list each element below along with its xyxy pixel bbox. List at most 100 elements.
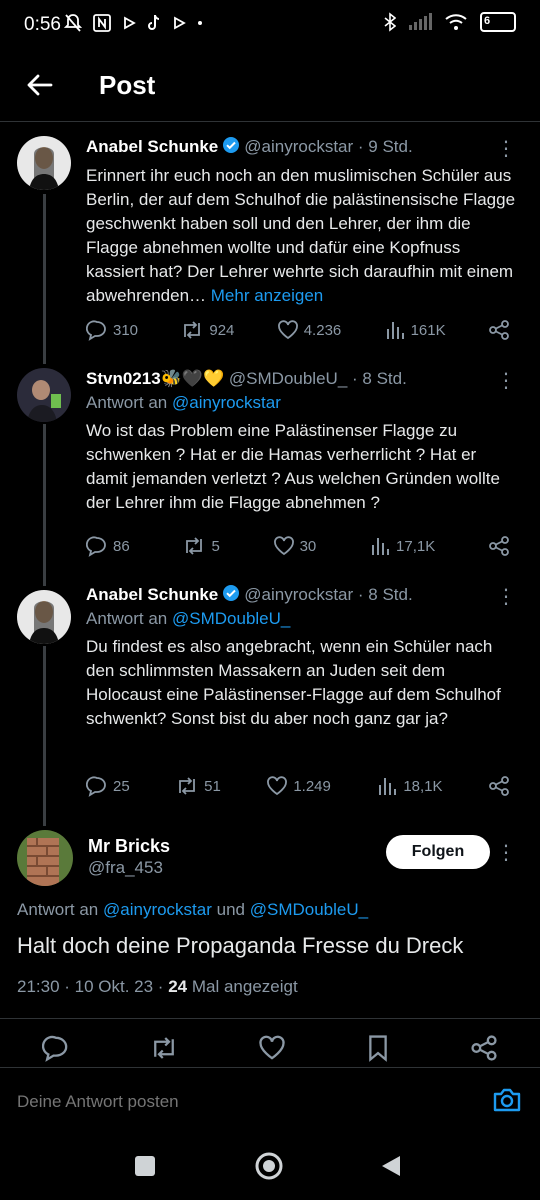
view-count: 17,1K (396, 537, 436, 555)
status-time: 0:56 (24, 14, 61, 35)
reply-to-mention[interactable]: @SMDoubleU_ (250, 900, 368, 919)
battery-icon: 6 (480, 12, 516, 32)
views-button[interactable]: 18,1K (376, 775, 443, 797)
signal-icon (409, 13, 432, 30)
reply-button[interactable]: 25 (86, 775, 130, 797)
top-bar: Post (0, 52, 540, 120)
post-actions: 310 924 4.236 161K (86, 318, 510, 342)
main-post-actions (0, 1030, 540, 1066)
battery-level: 6 (484, 15, 491, 27)
reply-count: 86 (113, 537, 130, 555)
avatar[interactable] (17, 830, 73, 886)
views-button[interactable]: 161K (384, 319, 446, 341)
author-name[interactable]: Mr Bricks (88, 836, 170, 857)
back-arrow-icon[interactable] (24, 70, 54, 100)
more-options-icon[interactable]: ⋮ (496, 840, 516, 865)
reply-to-conjunction: und (211, 900, 250, 919)
tiktok-icon (148, 14, 160, 30)
reply-to-label: Antwort an (86, 609, 172, 628)
reply-button[interactable]: 310 (86, 319, 138, 341)
author-handle[interactable]: @ainyrockstar (244, 137, 353, 156)
reply-icon (86, 320, 106, 341)
author-handle[interactable]: @SMDoubleU_ (229, 369, 347, 388)
views-icon (379, 778, 397, 795)
mute-bell-icon (64, 14, 82, 32)
author-name[interactable]: Anabel Schunke (86, 585, 218, 604)
show-more-link[interactable]: Mehr anzeigen (211, 286, 323, 305)
nfc-icon (93, 14, 111, 32)
heart-icon (277, 320, 298, 340)
repost-icon (186, 537, 203, 555)
more-options-icon[interactable]: ⋮ (496, 584, 516, 609)
author-name[interactable]: Stvn0213🐝🖤💛 (86, 369, 224, 388)
reply-bar (0, 1067, 540, 1136)
heart-icon (267, 776, 288, 796)
repost-count: 924 (209, 321, 235, 339)
play-icon (124, 16, 136, 30)
repost-icon[interactable] (149, 1034, 179, 1062)
back-nav-icon[interactable] (380, 1154, 404, 1178)
repost-button[interactable]: 924 (180, 319, 234, 341)
verified-badge-icon (223, 585, 240, 601)
reply-icon (86, 536, 106, 557)
dot-icon (198, 21, 202, 25)
repost-button[interactable]: 51 (175, 775, 221, 797)
like-count: 30 (299, 537, 317, 555)
play-icon (174, 16, 186, 30)
post-meta: 21:30 · 10 Okt. 23 · 24 Mal angezeigt (17, 977, 298, 997)
camera-icon[interactable] (492, 1086, 522, 1114)
avatar[interactable] (17, 368, 71, 422)
heart-icon[interactable] (258, 1034, 286, 1062)
share-button[interactable] (488, 535, 510, 557)
views-label: Mal angezeigt (187, 977, 298, 996)
reply-to-line: Antwort an @SMDoubleU_ (86, 609, 520, 629)
share-icon (489, 536, 509, 556)
repost-button[interactable]: 5 (182, 535, 220, 557)
page-title: Post (99, 70, 156, 100)
status-bar: 0:56 6 (0, 0, 540, 52)
verified-badge-icon (223, 137, 240, 153)
reply-count: 25 (113, 777, 130, 795)
post-time: · 8 Std. (357, 585, 413, 604)
home-icon[interactable] (254, 1151, 284, 1181)
reply-input[interactable] (17, 1092, 417, 1112)
like-button[interactable]: 30 (273, 535, 317, 557)
post-text: Wo ist das Problem eine Palästinenser Fl… (86, 421, 500, 512)
views-button[interactable]: 17,1K (369, 535, 435, 557)
reply-count: 310 (113, 321, 139, 339)
like-button[interactable]: 4.236 (277, 319, 341, 341)
share-icon[interactable] (470, 1034, 498, 1062)
author-handle[interactable]: @ainyrockstar (244, 585, 353, 604)
author-handle[interactable]: @fra_453 (88, 858, 163, 878)
repost-count: 5 (211, 537, 220, 555)
more-options-icon[interactable]: ⋮ (496, 368, 516, 393)
header-divider (0, 121, 540, 122)
bluetooth-icon (384, 12, 396, 32)
reply-icon[interactable] (42, 1034, 70, 1062)
bookmark-icon[interactable] (365, 1034, 391, 1062)
wifi-icon (445, 14, 467, 30)
reply-to-mention[interactable]: @ainyrockstar (103, 900, 212, 919)
repost-count: 51 (204, 777, 221, 795)
reply-to-line: Antwort an @ainyrockstar (86, 393, 520, 413)
post-actions: 86 5 30 17,1K (86, 534, 510, 558)
reply-to-mention[interactable]: @SMDoubleU_ (172, 609, 290, 628)
share-button[interactable] (488, 319, 510, 341)
avatar[interactable] (17, 590, 71, 644)
repost-icon (184, 321, 201, 339)
view-count: 24 (168, 977, 188, 996)
post-time: · 8 Std. (352, 369, 407, 388)
more-options-icon[interactable]: ⋮ (496, 136, 516, 161)
recent-apps-icon[interactable] (134, 1155, 156, 1177)
reply-to-line: Antwort an @ainyrockstar und @SMDoubleU_ (17, 900, 368, 920)
avatar[interactable] (17, 136, 71, 190)
author-name[interactable]: Anabel Schunke (86, 137, 218, 156)
reply-to-mention[interactable]: @ainyrockstar (172, 393, 281, 412)
reply-button[interactable]: 86 (86, 535, 130, 557)
share-button[interactable] (488, 775, 510, 797)
like-button[interactable]: 1.249 (266, 775, 331, 797)
reply-icon (86, 776, 106, 797)
share-icon (489, 320, 509, 340)
view-count: 18,1K (403, 777, 443, 795)
follow-button[interactable]: Folgen (386, 835, 490, 869)
